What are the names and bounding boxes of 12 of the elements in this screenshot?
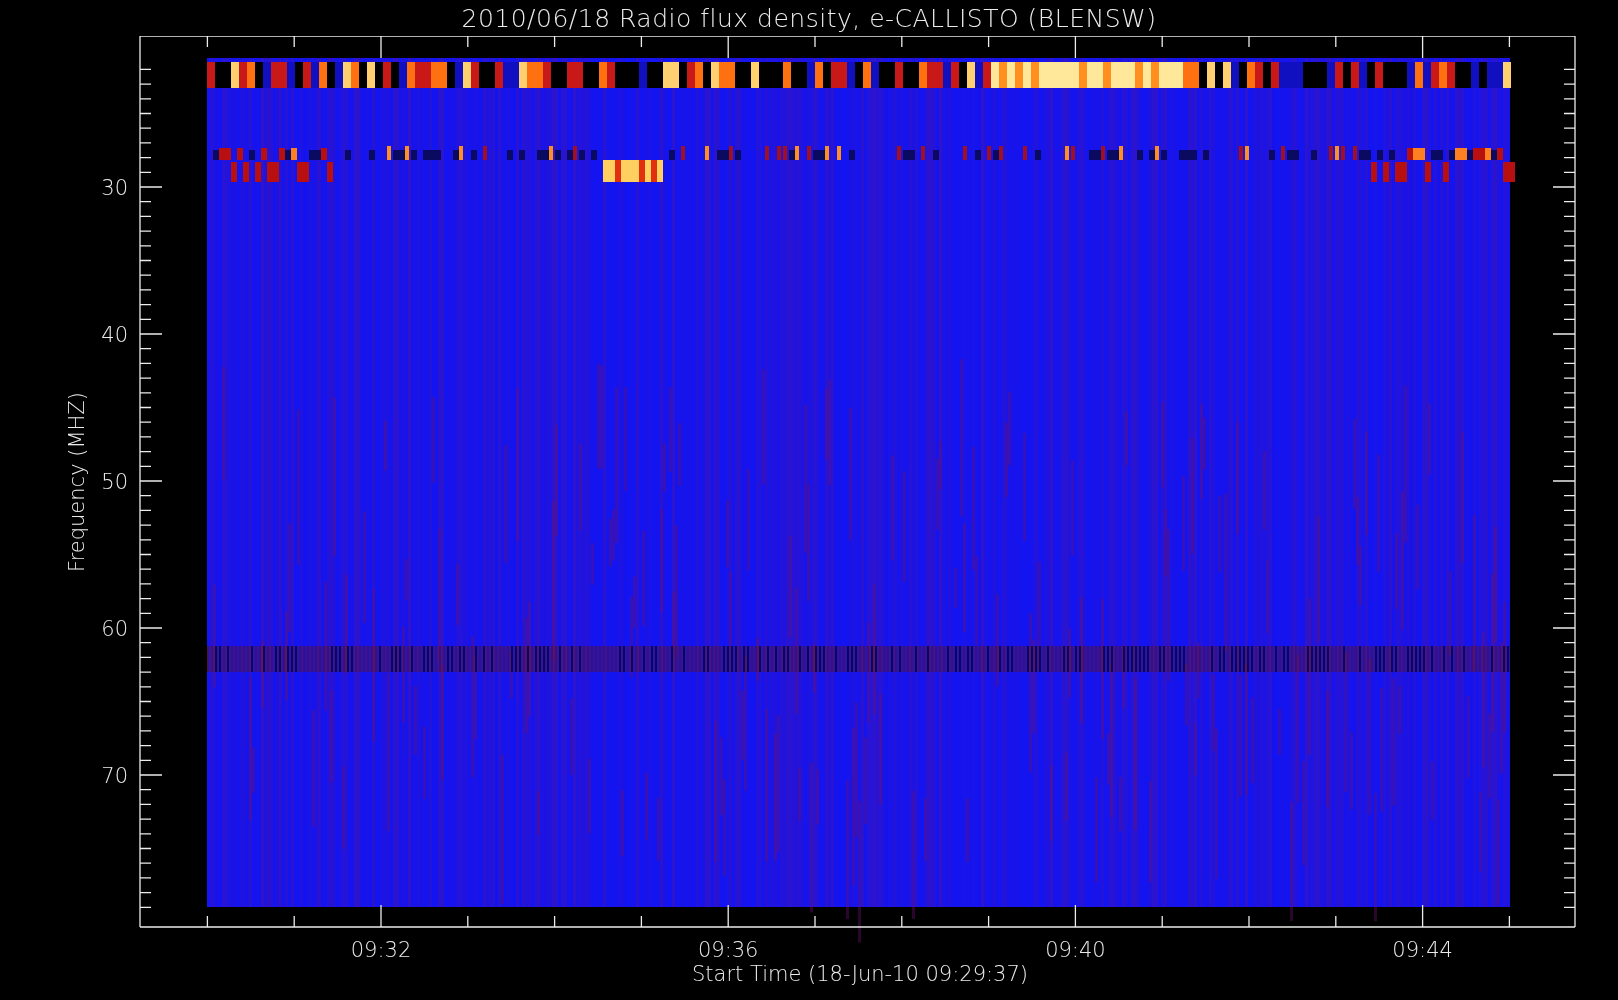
y-tick-label: 50 — [101, 470, 128, 494]
x-axis-title: Start Time (18-Jun-10 09:29:37) — [692, 962, 1028, 986]
y-tick-label: 30 — [101, 176, 128, 200]
x-tick-label: 09:32 — [350, 938, 412, 962]
x-tick-label: 09:36 — [697, 938, 759, 962]
y-tick-label: 70 — [101, 764, 128, 788]
y-axis-title: Frequency (MHZ) — [65, 392, 89, 572]
y-tick-label: 40 — [101, 323, 128, 347]
y-tick-label: 60 — [101, 617, 128, 641]
x-tick-label: 09:40 — [1045, 938, 1106, 962]
x-tick-label: 09:44 — [1392, 938, 1453, 962]
chart-title: 2010/06/18 Radio flux density, e-CALLISTO (BLENSW) — [461, 2, 1157, 35]
